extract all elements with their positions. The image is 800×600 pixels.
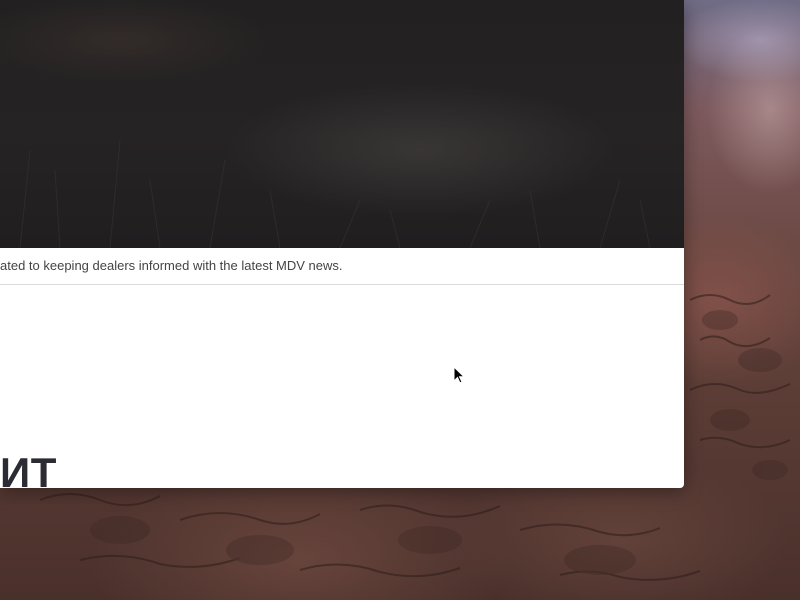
browser-window: ated to keeping dealers informed with th… — [0, 0, 684, 488]
section-heading: ИТ — [0, 449, 57, 488]
tagline-bar: ated to keeping dealers informed with th… — [0, 248, 684, 285]
mouse-pointer-icon — [453, 366, 466, 384]
hero-grass-texture — [19, 139, 651, 248]
hero-image — [0, 0, 684, 248]
site-tagline: ated to keeping dealers informed with th… — [0, 258, 343, 273]
